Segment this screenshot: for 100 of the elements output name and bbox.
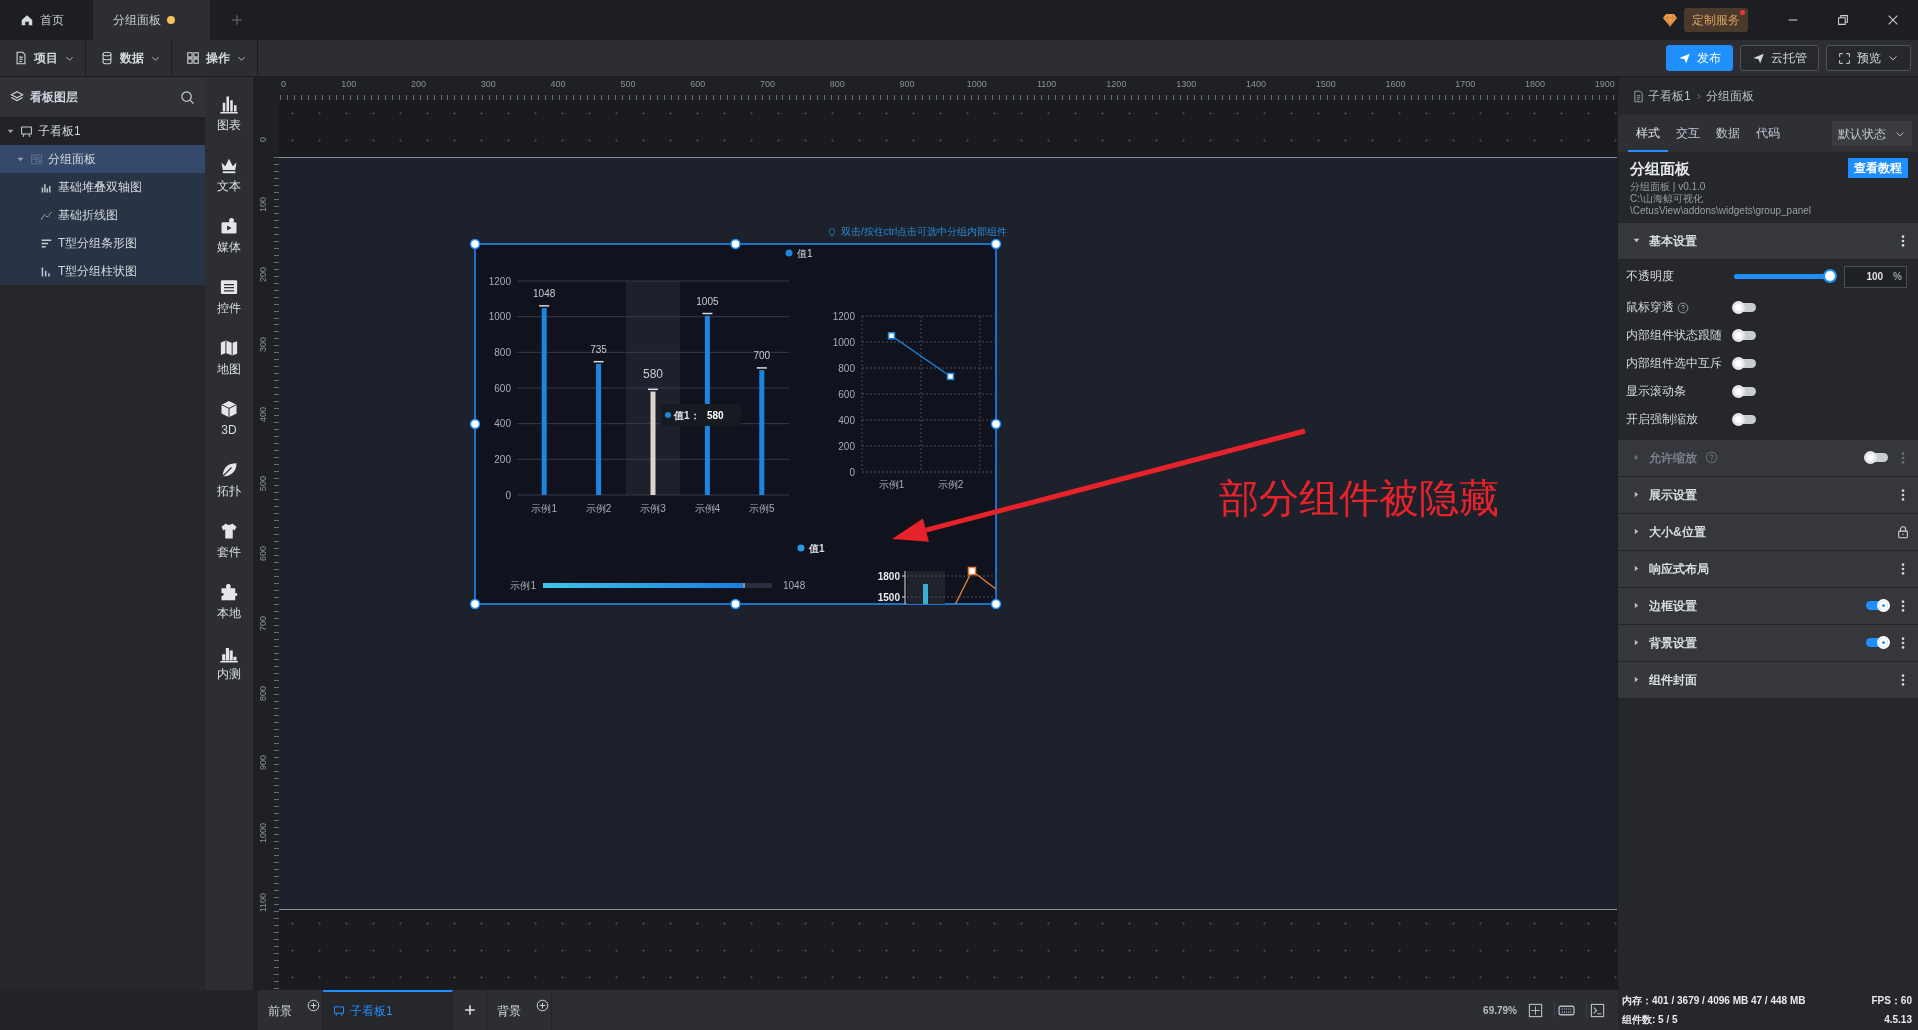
version-number: 4.5.13 xyxy=(1883,1013,1912,1027)
axis-label: 800 xyxy=(494,346,511,358)
axis-label: 0 xyxy=(505,489,511,501)
ruler-label: 800 xyxy=(828,78,846,91)
path-text: C:\山海鲸可视化 xyxy=(1630,192,1704,205)
data-point xyxy=(946,372,955,381)
keyboard-button[interactable] xyxy=(1554,1001,1578,1019)
tool-button[interactable]: 地图 xyxy=(205,327,253,388)
axis-label: 600 xyxy=(838,388,855,400)
layer-item[interactable]: T型分组柱状图 xyxy=(0,257,205,285)
axis-label: 示例1 xyxy=(878,479,905,490)
scene-tab[interactable]: 背景 xyxy=(487,990,552,1030)
resize-handle[interactable] xyxy=(990,418,1002,430)
toggle-switch[interactable] xyxy=(1734,415,1756,424)
data-label: 700 xyxy=(753,350,771,362)
scene-tab[interactable]: 子看板1 xyxy=(323,990,453,1030)
document-tab[interactable]: 首页 xyxy=(0,0,93,40)
ruler-label: 100 xyxy=(257,197,269,213)
layer-item[interactable]: 子看板1 xyxy=(0,117,205,145)
resize-handle[interactable] xyxy=(469,598,481,610)
ruler-label: 300 xyxy=(479,78,497,91)
custom-service-button[interactable]: 定制服务 xyxy=(1684,8,1748,32)
state-dropdown[interactable]: 默认状态 xyxy=(1832,121,1912,146)
resize-handle[interactable] xyxy=(730,238,741,250)
fit-screen-icon xyxy=(1528,1002,1543,1018)
section-header[interactable]: 组件封面 xyxy=(1618,661,1918,699)
layer-item[interactable]: T型分组条形图 xyxy=(0,229,205,257)
toggle-switch[interactable] xyxy=(1734,331,1756,340)
tab[interactable]: 代码 xyxy=(1748,115,1788,152)
resize-handle[interactable] xyxy=(730,598,741,610)
tool-button[interactable]: 3D xyxy=(205,388,253,449)
axis-label: 1800 xyxy=(877,570,900,582)
breadcrumb-item[interactable]: 子看板1 xyxy=(1648,87,1691,105)
camera-icon xyxy=(219,215,239,236)
axis-label: 1000 xyxy=(832,336,855,348)
fps-text: FPS：60 xyxy=(1871,994,1912,1008)
section-header[interactable]: 大小&位置 xyxy=(1618,513,1918,551)
legend-dot xyxy=(785,249,793,257)
toggle-switch[interactable] xyxy=(1866,601,1888,610)
tool-button[interactable]: 本地 xyxy=(205,571,253,632)
resize-handle[interactable] xyxy=(990,598,1002,610)
layer-item[interactable]: 基础堆叠双轴图 xyxy=(0,173,205,201)
layer-item[interactable]: 分组面板 xyxy=(0,145,205,173)
preview-button[interactable]: 预览 xyxy=(1826,45,1911,71)
axis-label: 800 xyxy=(838,362,855,374)
search-button[interactable] xyxy=(180,88,195,106)
ruler-label: 900 xyxy=(898,78,916,91)
paper-plane-icon xyxy=(1678,51,1691,65)
toggle-switch[interactable] xyxy=(1734,387,1756,396)
menu-button[interactable]: 数据 xyxy=(86,40,172,76)
tool-button[interactable]: 控件 xyxy=(205,266,253,327)
resize-handle[interactable] xyxy=(469,238,481,250)
ruler-label: 500 xyxy=(257,476,269,492)
tool-button[interactable]: 内测 xyxy=(205,632,253,693)
ruler-label: 100 xyxy=(340,78,358,91)
axis-label: 1500 xyxy=(877,591,900,603)
bar-cap xyxy=(648,388,658,391)
tab[interactable]: 样式 xyxy=(1628,115,1668,152)
tool-button[interactable]: 拓扑 xyxy=(205,449,253,510)
axis-label: 600 xyxy=(494,382,511,394)
ruler-label: 600 xyxy=(257,546,269,562)
section-header[interactable]: 基本设置 xyxy=(1618,222,1918,260)
document-tab[interactable]: 分组面板 xyxy=(93,0,209,40)
number-field[interactable]: 100 % xyxy=(1844,265,1907,288)
layer-item[interactable]: 基础折线图 xyxy=(0,201,205,229)
progress-value: 1048 xyxy=(783,579,806,591)
resize-handle[interactable] xyxy=(469,418,481,430)
toggle-switch[interactable] xyxy=(1734,303,1756,312)
ruler-label: 1100 xyxy=(257,892,269,913)
toggle-switch[interactable] xyxy=(1734,359,1756,368)
tool-button[interactable]: 文本 xyxy=(205,144,253,205)
tab[interactable]: 数据 xyxy=(1708,115,1748,152)
database-icon xyxy=(100,51,114,65)
ruler-label: 700 xyxy=(257,615,269,631)
section-header[interactable]: 背景设置 xyxy=(1618,624,1918,662)
ruler-label: 800 xyxy=(257,685,269,701)
component-count: 组件数: 5 / 5 xyxy=(1622,1013,1679,1027)
ruler-label: 1400 xyxy=(1244,78,1267,91)
menu-button[interactable]: 操作 xyxy=(172,40,258,76)
panel-title: 看板图层 xyxy=(30,89,78,106)
path-text: \CetusView\addons\widgets\group_panel xyxy=(1630,204,1813,217)
tool-button[interactable]: 图表 xyxy=(205,83,253,144)
tool-button[interactable]: 套件 xyxy=(205,510,253,571)
section-header[interactable]: 响应式布局 xyxy=(1618,550,1918,588)
slider-thumb[interactable] xyxy=(1823,269,1837,283)
axis-label: 1000 xyxy=(488,311,511,323)
axis-label: 400 xyxy=(838,414,855,426)
puzzle-icon xyxy=(219,581,239,602)
menu-button[interactable]: 项目 xyxy=(0,40,86,76)
diamond-icon xyxy=(1662,12,1678,28)
toggle-switch[interactable] xyxy=(1866,638,1888,647)
tab[interactable]: 交互 xyxy=(1668,115,1708,152)
section-header[interactable]: 展示设置 xyxy=(1618,476,1918,514)
resize-handle[interactable] xyxy=(990,238,1002,250)
collapse-triangle-icon xyxy=(1632,638,1641,647)
field-label: 内部组件状态跟随 xyxy=(1626,327,1722,343)
tool-button[interactable]: 媒体 xyxy=(205,205,253,266)
group-icon xyxy=(30,152,43,166)
cloud-button[interactable]: 云托管 xyxy=(1740,45,1819,71)
section-header[interactable]: 边框设置 xyxy=(1618,587,1918,625)
